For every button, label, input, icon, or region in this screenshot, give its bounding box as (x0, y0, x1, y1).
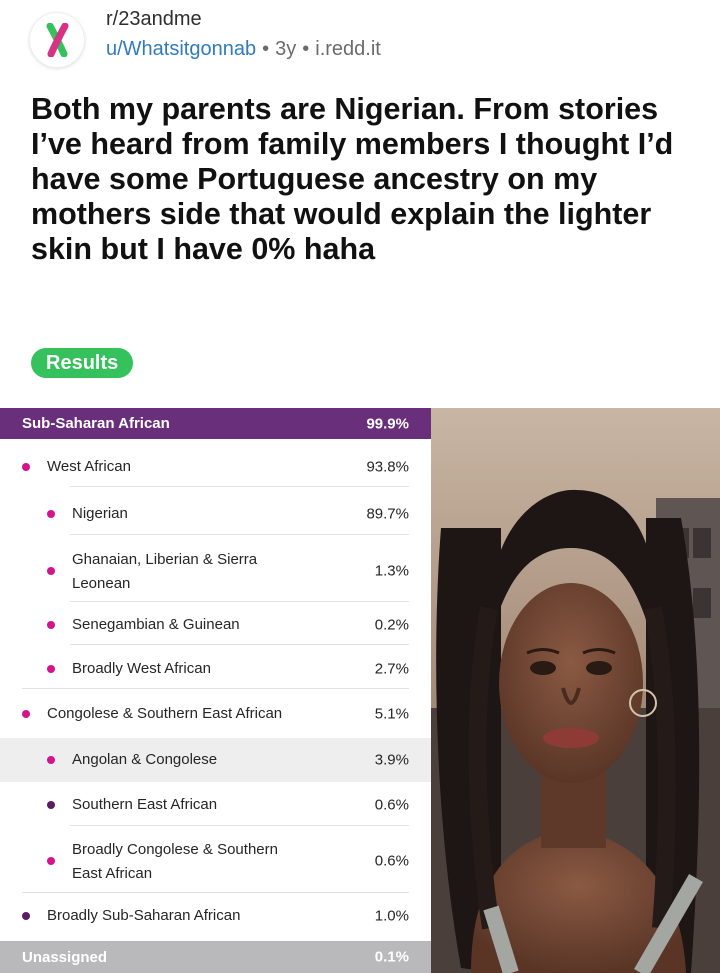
ancestry-header-value: 99.9% (366, 415, 409, 432)
post-domain[interactable]: i.redd.it (315, 38, 381, 60)
ancestry-row-value: 1.0% (374, 907, 409, 925)
bullet-dot (47, 567, 55, 575)
ancestry-row-label: Nigerian (72, 505, 128, 522)
ancestry-row-value: 0.6% (374, 796, 409, 814)
ancestry-row: Ghanaian, Liberian & Sierra Leonean 1.3% (0, 540, 431, 602)
ancestry-row-value: 5.1% (374, 705, 409, 723)
ancestry-row-label: Broadly West African (72, 660, 211, 677)
ancestry-row: Senegambian & Guinean 0.2% (0, 605, 431, 645)
meta-separator: • (262, 38, 270, 60)
ancestry-row-label: Broadly Congolese & Southern (72, 841, 278, 858)
ancestry-row-label: West African (47, 458, 131, 475)
ancestry-row: Broadly West African 2.7% (0, 648, 431, 689)
unassigned-value: 0.1% (374, 948, 409, 966)
row-divider (70, 601, 409, 602)
row-divider (70, 825, 409, 826)
post-flair[interactable]: Results (31, 348, 134, 378)
post-title[interactable]: Both my parents are Nigerian. From stori… (31, 92, 701, 267)
ancestry-header-label: Sub-Saharan African (22, 415, 170, 432)
bullet-dot (47, 664, 55, 673)
row-divider (70, 486, 409, 487)
row-divider (70, 534, 409, 535)
post-age: 3y (275, 38, 297, 60)
ancestry-row-label: Southern East African (72, 796, 218, 813)
subreddit-name[interactable]: r/23andme (106, 8, 202, 31)
ancestry-row-value: 1.3% (374, 562, 409, 580)
ancestry-header-row: Sub-Saharan African 99.9% (0, 408, 431, 439)
row-divider (22, 688, 409, 689)
bullet-dot (47, 510, 55, 518)
ancestry-row-value: 2.7% (374, 660, 409, 677)
ancestry-row: Broadly Sub-Saharan African 1.0% (0, 896, 431, 936)
meta-separator: • (302, 38, 310, 60)
unassigned-label: Unassigned (22, 949, 108, 966)
row-divider (22, 892, 409, 893)
author-link[interactable]: u/Whatsitgonnab (106, 38, 256, 60)
ancestry-row-label: Senegambian & Guinean (72, 616, 240, 633)
bullet-dot (47, 857, 55, 865)
ancestry-row-value: 0.2% (374, 616, 409, 634)
ancestry-row-label: Congolese & Southern East African (47, 705, 283, 722)
ancestry-row-value: 93.8% (366, 458, 409, 476)
bullet-dot (22, 463, 30, 471)
ancestry-row-label: Angolan & Congolese (72, 751, 218, 768)
ancestry-row: Broadly Congolese & Southern East Africa… (0, 829, 431, 893)
ancestry-row-label: Ghanaian, Liberian & Sierra (72, 551, 258, 568)
post-meta: u/Whatsitgonnab • 3y • i.redd.it (106, 38, 381, 61)
bullet-dot (22, 710, 30, 718)
ancestry-row-value: 3.9% (374, 751, 409, 769)
bullet-dot (47, 756, 55, 764)
ancestry-row-value: 0.6% (374, 852, 409, 870)
bullet-dot (22, 912, 30, 920)
ancestry-row: Congolese & Southern East African 5.1% (0, 693, 431, 735)
bullet-dot (47, 621, 55, 629)
row-divider (70, 644, 409, 645)
ancestry-row-value: 89.7% (366, 505, 409, 523)
ancestry-row-label-line2: Leonean (72, 575, 131, 592)
ancestry-row-label-line2: East African (72, 865, 153, 882)
23andme-logo-icon (46, 23, 69, 57)
bullet-dot (47, 801, 55, 809)
ancestry-table: Sub-Saharan African 99.9% West African 9… (0, 408, 431, 973)
ancestry-row: West African 93.8% (0, 447, 431, 487)
post-image[interactable]: Sub-Saharan African 99.9% West African 9… (0, 408, 720, 973)
post-header: r/23andme u/Whatsitgonnab • 3y • i.redd.it (0, 0, 720, 80)
ancestry-unassigned-row: Unassigned 0.1% (0, 941, 431, 973)
ancestry-row: Nigerian 89.7% (0, 493, 431, 535)
ancestry-row-highlighted: Angolan & Congolese 3.9% (0, 738, 431, 782)
ancestry-row-label: Broadly Sub-Saharan African (47, 907, 241, 924)
subreddit-avatar[interactable] (30, 13, 84, 67)
person-photo (431, 408, 720, 973)
ancestry-row: Southern East African 0.6% (0, 784, 431, 826)
